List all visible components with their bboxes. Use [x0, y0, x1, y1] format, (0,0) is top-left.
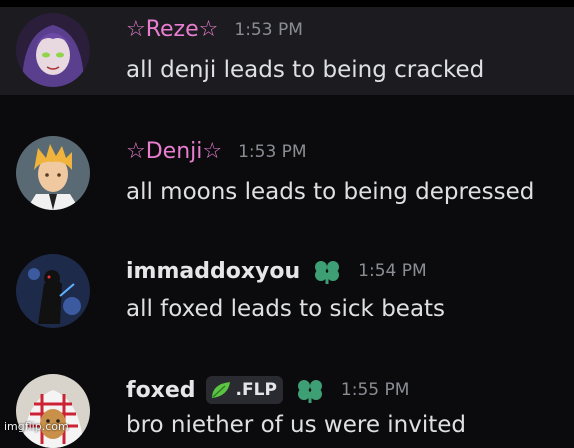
leaf-icon [210, 380, 232, 400]
avatar[interactable] [16, 13, 90, 87]
message-text: bro niether of us were invited [126, 412, 467, 438]
avatar-reze-image [16, 13, 90, 87]
message-text: all moons leads to being depressed [126, 179, 535, 205]
timestamp[interactable]: 1:53 PM [234, 20, 303, 40]
server-tag-label: .FLP [235, 380, 277, 400]
server-tag[interactable]: .FLP [205, 376, 283, 404]
timestamp[interactable]: 1:54 PM [358, 261, 427, 281]
top-strip [0, 0, 574, 7]
message-row[interactable]: ☆Denji☆ 1:53 PM all moons leads to being… [0, 127, 574, 215]
timestamp[interactable]: 1:55 PM [341, 380, 410, 400]
username[interactable]: immaddoxyou [126, 259, 300, 284]
message-text: all foxed leads to sick beats [126, 296, 446, 322]
message-row[interactable]: ☆Reze☆ 1:53 PM all denji leads to being … [0, 7, 574, 95]
clover-icon[interactable] [295, 376, 325, 404]
message-row[interactable]: immaddoxyou 1:54 PM all foxed leads to s… [0, 250, 574, 338]
avatar[interactable] [16, 374, 90, 448]
message-text: all denji leads to being cracked [126, 57, 485, 83]
avatar-immaddoxyou-image [16, 254, 90, 328]
username[interactable]: ☆Reze☆ [126, 17, 218, 42]
timestamp[interactable]: 1:53 PM [238, 142, 307, 162]
avatar-denji-image [16, 136, 90, 210]
clover-icon[interactable] [312, 257, 342, 285]
watermark: imgflip.com [4, 420, 69, 433]
avatar-foxed-image [16, 374, 90, 448]
avatar[interactable] [16, 254, 90, 328]
username[interactable]: ☆Denji☆ [126, 139, 222, 164]
avatar[interactable] [16, 136, 90, 210]
message-row[interactable]: foxed .FLP 1:55 PM bro niether of us wer… [0, 370, 574, 448]
username[interactable]: foxed [126, 378, 196, 403]
